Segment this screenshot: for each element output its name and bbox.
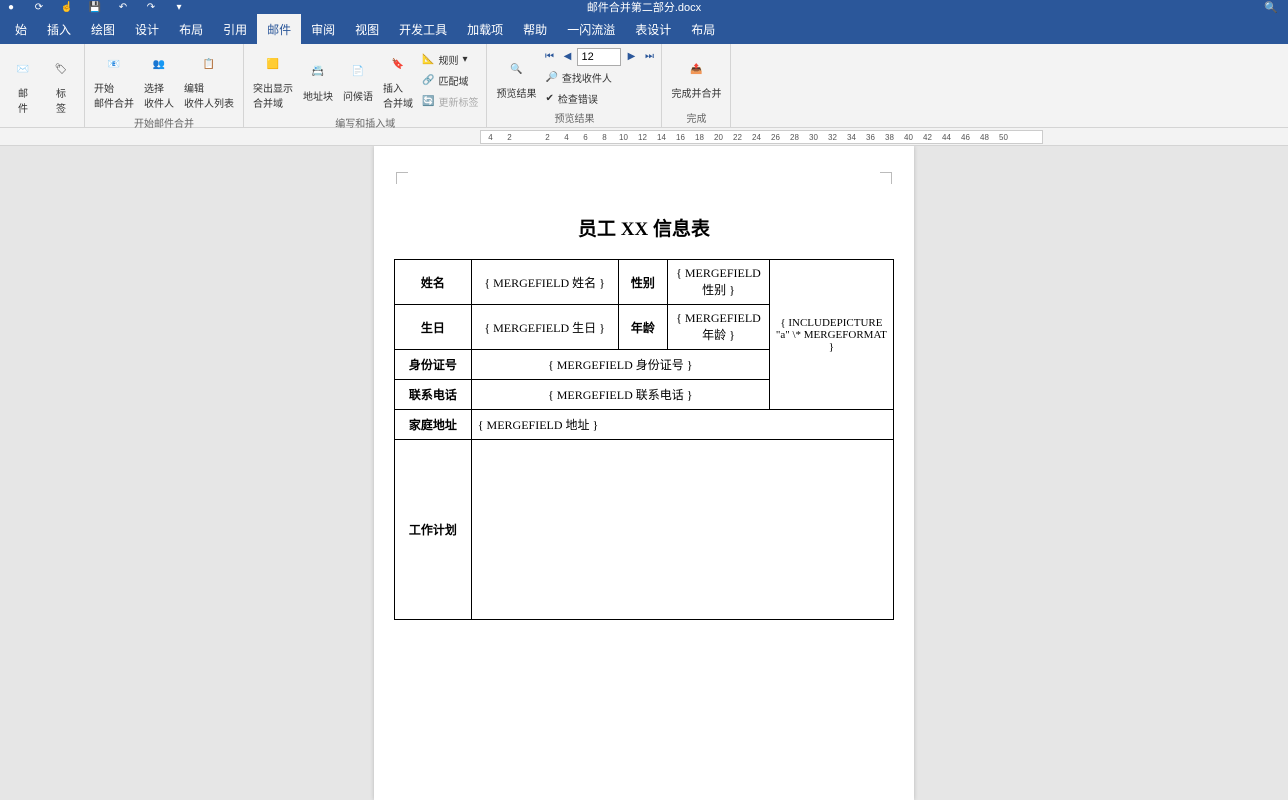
first-record-button[interactable]: ⏮ — [541, 49, 557, 65]
ribbon: ✉️ 邮 件 🏷 标 签 📧 开始 邮件合并 👥 选择 收件人 📋 编辑 收件人… — [0, 44, 1288, 128]
tab-view[interactable]: 视图 — [345, 14, 389, 44]
label-phone[interactable]: 联系电话 — [395, 380, 472, 410]
title-bar: ● ⟳ ☝ 💾 ↶ ↷ ▾ 邮件合并第二部分.docx 🔍 — [0, 0, 1288, 14]
save-icon[interactable]: 💾 — [84, 0, 106, 14]
tab-draw[interactable]: 绘图 — [81, 14, 125, 44]
tab-review[interactable]: 审阅 — [301, 14, 345, 44]
finish-merge-button[interactable]: 📤 完成并合并 — [666, 51, 726, 104]
search-icon[interactable]: 🔍 — [1264, 1, 1278, 14]
field-picture[interactable]: { INCLUDEPICTURE "a" \* MERGEFORMAT } — [769, 260, 893, 410]
qat-dropdown-icon[interactable]: ▾ — [168, 0, 190, 14]
field-age[interactable]: { MERGEFIELD 年龄 } — [668, 305, 770, 350]
preview-results-button[interactable]: 🔍 预览结果 — [491, 51, 541, 104]
horizontal-ruler[interactable]: 42 246 81012 141618 202224 262830 323436… — [0, 128, 1288, 146]
tab-table-layout[interactable]: 布局 — [681, 14, 725, 44]
rules-icon: 📐 — [422, 54, 434, 65]
field-address[interactable]: { MERGEFIELD 地址 } — [471, 410, 893, 440]
check-icon: ✔ — [545, 93, 553, 104]
tab-mailings[interactable]: 邮件 — [257, 14, 301, 44]
document-page[interactable]: 员工 XX 信息表 姓名 { MERGEFIELD 姓名 } 性别 { MERG… — [374, 146, 914, 800]
ribbon-group-start-merge: 📧 开始 邮件合并 👥 选择 收件人 📋 编辑 收件人列表 开始邮件合并 — [85, 44, 244, 127]
insert-merge-field-button[interactable]: 🔖 插入 合并域 — [378, 46, 418, 114]
greeting-line-button[interactable]: 📄 问候语 — [338, 54, 378, 107]
greeting-icon: 📄 — [344, 58, 372, 86]
update-icon: 🔄 — [422, 96, 434, 107]
label-birthday[interactable]: 生日 — [395, 305, 472, 350]
edit-recipients-button[interactable]: 📋 编辑 收件人列表 — [179, 46, 239, 114]
field-birthday[interactable]: { MERGEFIELD 生日 } — [471, 305, 618, 350]
label-address[interactable]: 家庭地址 — [395, 410, 472, 440]
document-workspace[interactable]: 员工 XX 信息表 姓名 { MERGEFIELD 姓名 } 性别 { MERG… — [0, 146, 1288, 800]
find-recipient-button[interactable]: 🔎查找收件人 — [541, 68, 657, 87]
envelope-icon: ✉️ — [9, 55, 37, 83]
autosave-icon[interactable]: ● — [0, 0, 22, 14]
match-icon: 🔗 — [422, 75, 434, 86]
document-title: 邮件合并第二部分.docx — [587, 0, 701, 15]
rules-button[interactable]: 📐规则 ▾ — [418, 50, 482, 69]
labels-button[interactable]: 🏷 标 签 — [42, 51, 80, 119]
tab-help[interactable]: 帮助 — [513, 14, 557, 44]
tab-references[interactable]: 引用 — [213, 14, 257, 44]
ribbon-group-preview: 🔍 预览结果 ⏮ ◀ ▶ ⏭ 🔎查找收件人 ✔检查错误 预览结果 — [487, 44, 662, 127]
redo-icon[interactable]: ↷ — [140, 0, 162, 14]
touch-icon[interactable]: ☝ — [56, 0, 78, 14]
highlight-icon: 🟨 — [259, 50, 287, 78]
field-plan[interactable] — [471, 440, 893, 620]
group-label: 预览结果 — [491, 109, 657, 127]
field-gender[interactable]: { MERGEFIELD 性别 } — [668, 260, 770, 305]
label-id[interactable]: 身份证号 — [395, 350, 472, 380]
tab-table-design[interactable]: 表设计 — [625, 14, 681, 44]
address-block-button[interactable]: 📇 地址块 — [298, 54, 338, 107]
edit-list-icon: 📋 — [195, 50, 223, 78]
finish-icon: 📤 — [682, 55, 710, 83]
sync-icon[interactable]: ⟳ — [28, 0, 50, 14]
address-icon: 📇 — [304, 58, 332, 86]
record-number-input[interactable] — [577, 48, 621, 66]
recipients-icon: 👥 — [145, 50, 173, 78]
field-id[interactable]: { MERGEFIELD 身份证号 } — [471, 350, 769, 380]
page-title[interactable]: 员工 XX 信息表 — [394, 214, 894, 241]
tab-home[interactable]: 始 — [5, 14, 37, 44]
margin-corner-icon — [396, 172, 408, 184]
mail-merge-icon: 📧 — [100, 50, 128, 78]
select-recipients-button[interactable]: 👥 选择 收件人 — [139, 46, 179, 114]
tab-developer[interactable]: 开发工具 — [389, 14, 457, 44]
label-gender[interactable]: 性别 — [618, 260, 668, 305]
ribbon-tabs: 始 插入 绘图 设计 布局 引用 邮件 审阅 视图 开发工具 加载项 帮助 一闪… — [0, 14, 1288, 44]
label-name[interactable]: 姓名 — [395, 260, 472, 305]
field-name[interactable]: { MERGEFIELD 姓名 } — [471, 260, 618, 305]
ribbon-group-finish: 📤 完成并合并 完成 — [662, 44, 731, 127]
record-navigator: ⏮ ◀ ▶ ⏭ — [541, 48, 657, 66]
ribbon-group-write-fields: 🟨 突出显示 合并域 📇 地址块 📄 问候语 🔖 插入 合并域 📐规则 ▾ 🔗匹… — [244, 44, 487, 127]
margin-corner-icon — [880, 172, 892, 184]
field-phone[interactable]: { MERGEFIELD 联系电话 } — [471, 380, 769, 410]
find-icon: 🔎 — [545, 72, 557, 83]
match-fields-button[interactable]: 🔗匹配域 — [418, 71, 482, 90]
label-plan[interactable]: 工作计划 — [395, 440, 472, 620]
label-age[interactable]: 年龄 — [618, 305, 668, 350]
group-label: 完成 — [666, 109, 726, 127]
group-label — [4, 124, 80, 127]
undo-icon[interactable]: ↶ — [112, 0, 134, 14]
preview-icon: 🔍 — [502, 55, 530, 83]
employee-info-table[interactable]: 姓名 { MERGEFIELD 姓名 } 性别 { MERGEFIELD 性别 … — [394, 259, 894, 620]
ruler-ticks: 42 246 81012 141618 202224 262830 323436… — [481, 131, 1042, 143]
tab-insert[interactable]: 插入 — [37, 14, 81, 44]
tab-addins[interactable]: 加载项 — [457, 14, 513, 44]
ribbon-group-create: ✉️ 邮 件 🏷 标 签 — [0, 44, 85, 127]
last-record-button[interactable]: ⏭ — [641, 49, 657, 65]
prev-record-button[interactable]: ◀ — [559, 49, 575, 65]
tab-layout[interactable]: 布局 — [169, 14, 213, 44]
next-record-button[interactable]: ▶ — [623, 49, 639, 65]
tab-flash[interactable]: 一闪流溢 — [557, 14, 625, 44]
tab-design[interactable]: 设计 — [125, 14, 169, 44]
update-labels-button: 🔄更新标签 — [418, 92, 482, 111]
label-icon: 🏷 — [47, 55, 75, 83]
insert-field-icon: 🔖 — [384, 50, 412, 78]
envelopes-button[interactable]: ✉️ 邮 件 — [4, 51, 42, 119]
quick-access-toolbar: ● ⟳ ☝ 💾 ↶ ↷ ▾ — [0, 0, 190, 14]
highlight-merge-fields-button[interactable]: 🟨 突出显示 合并域 — [248, 46, 298, 114]
start-mail-merge-button[interactable]: 📧 开始 邮件合并 — [89, 46, 139, 114]
check-errors-button[interactable]: ✔检查错误 — [541, 89, 657, 108]
